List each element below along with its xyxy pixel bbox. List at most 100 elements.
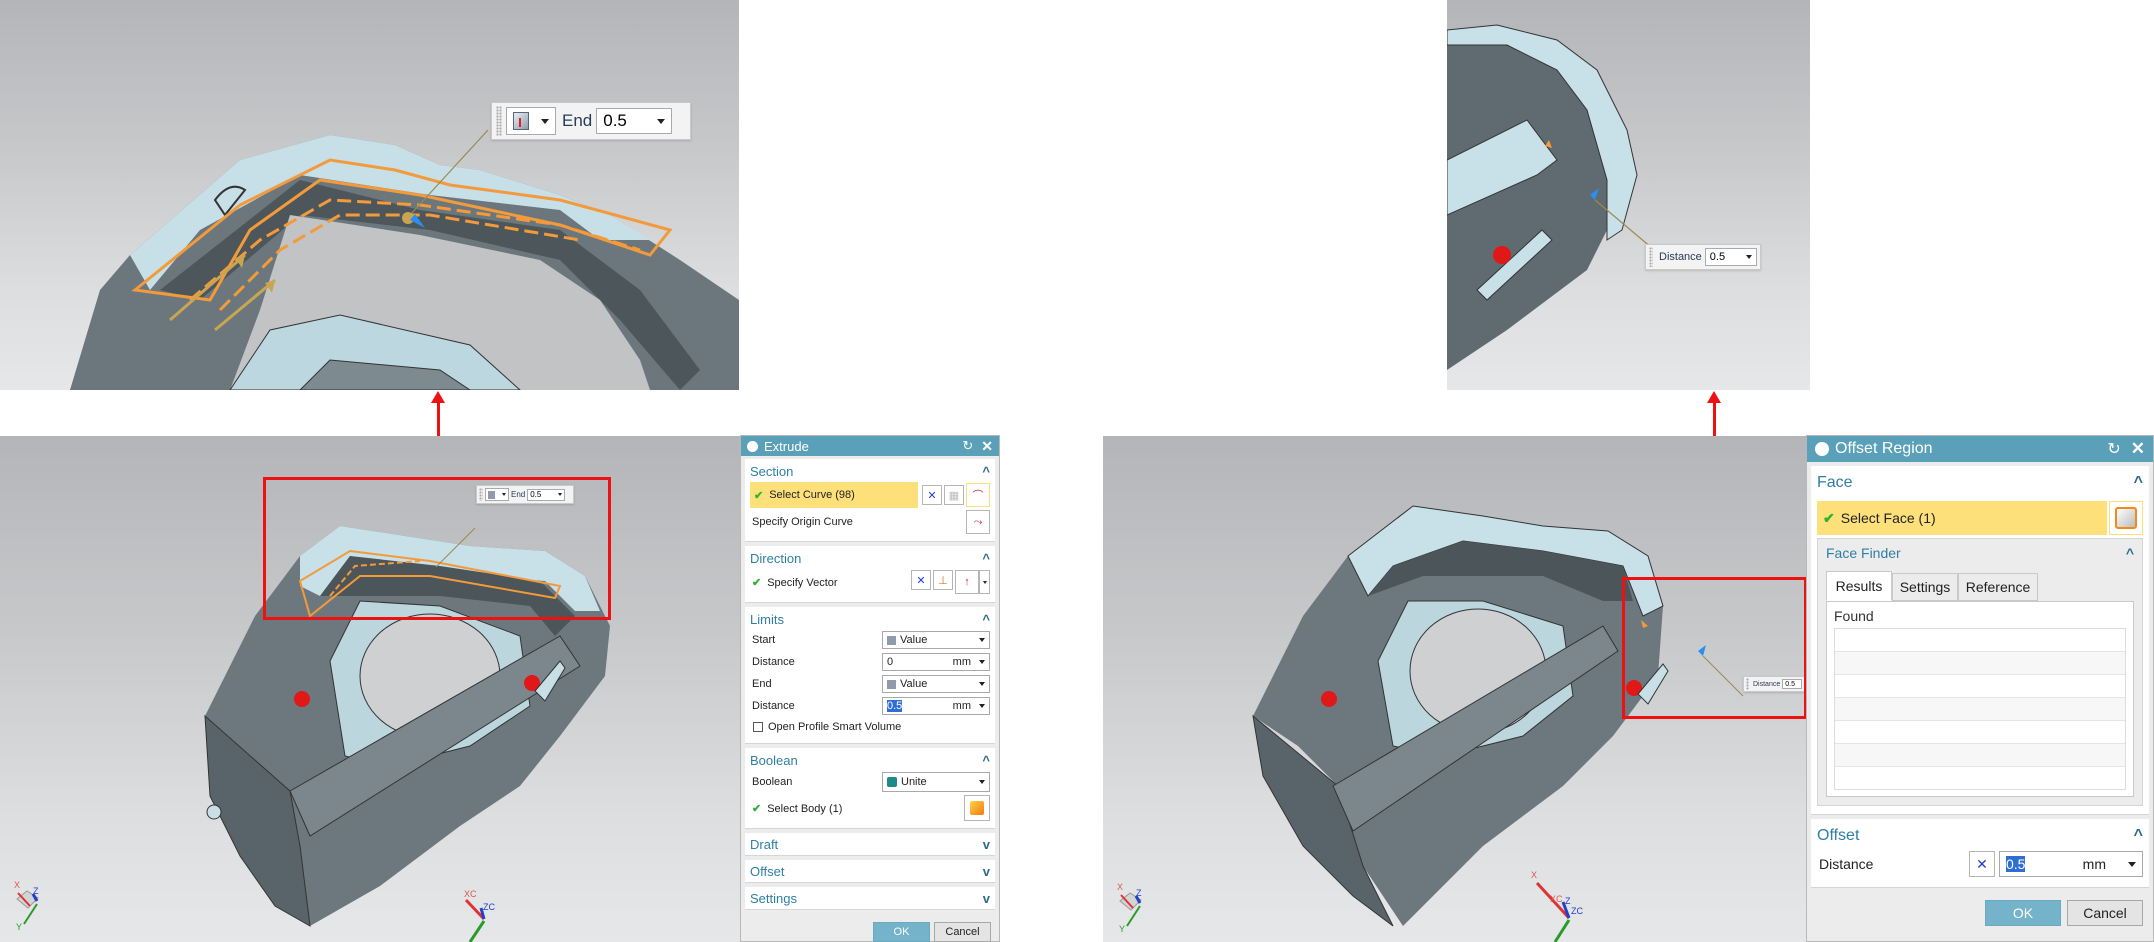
specify-vector-label: Specify Vector xyxy=(767,576,838,589)
offset-region-title-bar[interactable]: Offset Region ↻ ✕ xyxy=(1807,436,2153,462)
select-curve-row[interactable]: ✔ Select Curve (98) xyxy=(750,482,918,508)
face-finder-tabs: Results Settings Reference xyxy=(1826,571,2134,601)
reverse-direction-icon[interactable]: ✕ xyxy=(922,485,942,505)
settings-header: Settings xyxy=(750,890,797,906)
triad-z-label: Z xyxy=(1136,888,1142,898)
chevron-down-icon xyxy=(1745,255,1752,259)
offset-region-zoom-viewport[interactable]: Distance 0.5 xyxy=(1447,0,1810,390)
offset-header[interactable]: Offset ^ xyxy=(1817,823,2143,849)
face-finder-group: Face Finder ^ Results Settings Reference … xyxy=(1817,538,2143,806)
list-item[interactable] xyxy=(1835,698,2125,721)
inferred-vector-icon[interactable]: ↑ xyxy=(955,570,979,594)
distance-label: Distance xyxy=(1659,251,1702,263)
offset-header: Offset xyxy=(750,863,785,879)
chevron-up-icon: ^ xyxy=(2125,545,2134,561)
list-item[interactable] xyxy=(1835,652,2125,675)
ok-button[interactable]: OK xyxy=(1985,900,2061,926)
chevron-up-icon: ^ xyxy=(982,611,990,627)
triad-x-label: X xyxy=(1117,882,1124,892)
start-type-dropdown[interactable]: Value xyxy=(882,631,990,649)
extrude-dialog-title-bar[interactable]: Extrude ↻ ✕ xyxy=(741,436,999,456)
wcs-xc-label: XC xyxy=(1550,894,1563,904)
distance-handle[interactable]: Distance 0.5 xyxy=(1645,244,1761,270)
draft-group[interactable]: Draft v xyxy=(745,833,995,856)
settings-group[interactable]: Settings v xyxy=(745,887,995,910)
tab-reference[interactable]: Reference xyxy=(1958,573,2038,601)
wcs-x-label: X xyxy=(1531,870,1538,880)
list-item[interactable] xyxy=(1835,629,2125,652)
end-type-dropdown[interactable]: Value xyxy=(882,675,990,693)
tab-settings[interactable]: Settings xyxy=(1892,573,1958,601)
sketch-section-icon[interactable]: ▦ xyxy=(944,485,964,505)
reset-icon[interactable]: ↻ xyxy=(2107,439,2120,459)
end-distance-handle[interactable]: End 0.5 xyxy=(491,102,691,140)
locator-pin-1 xyxy=(1321,691,1337,707)
close-icon[interactable]: ✕ xyxy=(981,438,993,455)
limits-header[interactable]: Limits ^ xyxy=(750,609,990,629)
face-finder-header[interactable]: Face Finder ^ xyxy=(1826,541,2134,565)
tab-results[interactable]: Results xyxy=(1826,571,1892,601)
end-value-field[interactable]: 0.5 xyxy=(596,108,673,134)
triad-z-label: Z xyxy=(33,886,39,896)
list-item[interactable] xyxy=(1835,744,2125,767)
zoomed-part-render xyxy=(70,129,739,390)
section-group: Section ^ ✔ Select Curve (98) ✕ ▦ ⌒ Speci… xyxy=(745,459,995,542)
select-face-row[interactable]: ✔ Select Face (1) xyxy=(1817,501,2107,535)
boolean-dropdown[interactable]: Unite xyxy=(882,772,990,792)
cancel-button[interactable]: Cancel xyxy=(2067,900,2143,926)
offset-distance-input[interactable]: 0.5 mm xyxy=(1999,851,2143,877)
unite-icon xyxy=(887,777,897,787)
reset-icon[interactable]: ↻ xyxy=(962,438,973,454)
face-select-icon[interactable] xyxy=(2109,501,2143,535)
start-distance-label: Distance xyxy=(752,656,795,668)
direction-group: Direction ^ ✔ Specify Vector ✕ ⊥ ↑ xyxy=(745,546,995,603)
origin-curve-icon[interactable]: ⤳ xyxy=(966,510,990,534)
start-distance-input[interactable]: 0 mm xyxy=(882,653,990,671)
distance-value-field[interactable]: 0.5 xyxy=(1704,248,1757,266)
start-label: Start xyxy=(752,634,776,646)
wcs-zc-label: ZC xyxy=(483,902,495,912)
handle-grip[interactable] xyxy=(1649,247,1653,267)
select-body-label[interactable]: Select Body (1) xyxy=(767,803,842,815)
face-group: Face ^ ✔ Select Face (1) Face Finder ^ Res… xyxy=(1811,466,2149,815)
section-header[interactable]: Section ^ xyxy=(750,461,990,481)
check-icon: ✔ xyxy=(752,576,762,589)
callout-arrow-head-left xyxy=(431,391,445,403)
wcs-xc-label: XC xyxy=(464,889,477,899)
boolean-group: Boolean ^ Boolean Unite ✔ Select Body (1) xyxy=(745,748,995,829)
list-item[interactable] xyxy=(1835,721,2125,744)
chevron-down-icon xyxy=(979,682,985,686)
zoomed-part-render xyxy=(1447,24,1653,370)
extrude-zoom-viewport[interactable]: End 0.5 xyxy=(0,0,739,390)
offset-group[interactable]: Offset v xyxy=(745,860,995,883)
handle-grip[interactable] xyxy=(496,106,502,136)
boolean-label: Boolean xyxy=(752,776,793,788)
cancel-button[interactable]: Cancel xyxy=(934,922,991,942)
limit-type-dropdown[interactable] xyxy=(506,107,556,135)
close-icon[interactable]: ✕ xyxy=(2131,439,2145,459)
chevron-down-icon: v xyxy=(982,863,990,879)
solid-body-icon[interactable] xyxy=(964,795,990,821)
found-list[interactable] xyxy=(1834,628,2126,790)
chevron-up-icon: ^ xyxy=(2133,827,2143,844)
offset-region-dialog: Offset Region ↻ ✕ Face ^ ✔ Select Face (1… xyxy=(1806,435,2154,942)
wcs-zc-label: ZC xyxy=(1571,906,1583,916)
face-header[interactable]: Face ^ xyxy=(1817,470,2143,496)
ok-button[interactable]: OK xyxy=(873,922,930,942)
open-profile-checkbox[interactable] xyxy=(753,722,763,732)
boolean-header[interactable]: Boolean ^ xyxy=(750,750,990,770)
list-item[interactable] xyxy=(1835,767,2125,789)
vector-dialog-icon[interactable]: ⊥ xyxy=(933,570,953,590)
vector-options-dropdown[interactable] xyxy=(979,570,990,594)
chevron-up-icon: ^ xyxy=(982,463,990,479)
direction-header[interactable]: Direction ^ xyxy=(750,548,990,568)
chevron-down-icon xyxy=(979,704,985,708)
reverse-direction-icon[interactable]: ✕ xyxy=(1969,851,1995,877)
value-cube-icon xyxy=(887,679,896,689)
end-distance-input[interactable]: 0.5 mm xyxy=(882,697,990,715)
curve-selection-icon[interactable]: ⌒ xyxy=(966,483,990,507)
reverse-direction-icon[interactable]: ✕ xyxy=(911,570,931,590)
value-cube-icon xyxy=(513,112,529,130)
wcs-triad xyxy=(464,898,486,942)
list-item[interactable] xyxy=(1835,675,2125,698)
